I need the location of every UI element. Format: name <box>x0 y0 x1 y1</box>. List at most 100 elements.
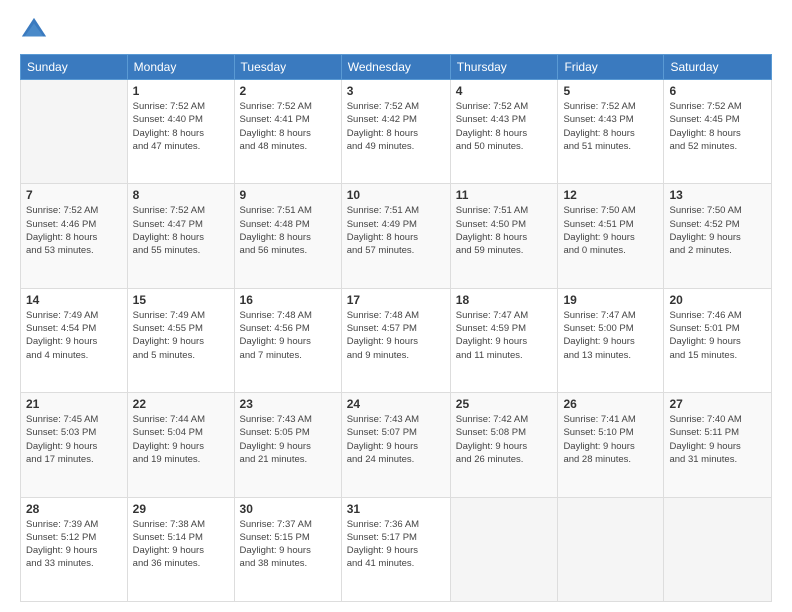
day-info: Sunrise: 7:42 AMSunset: 5:08 PMDaylight:… <box>456 413 553 466</box>
day-info: Sunrise: 7:51 AMSunset: 4:49 PMDaylight:… <box>347 204 445 257</box>
day-number: 19 <box>563 293 658 307</box>
day-info: Sunrise: 7:43 AMSunset: 5:05 PMDaylight:… <box>240 413 336 466</box>
calendar-cell: 17 Sunrise: 7:48 AMSunset: 4:57 PMDayligh… <box>341 288 450 392</box>
day-number: 25 <box>456 397 553 411</box>
logo <box>20 16 52 44</box>
day-number: 10 <box>347 188 445 202</box>
day-number: 30 <box>240 502 336 516</box>
day-info: Sunrise: 7:43 AMSunset: 5:07 PMDaylight:… <box>347 413 445 466</box>
day-info: Sunrise: 7:51 AMSunset: 4:48 PMDaylight:… <box>240 204 336 257</box>
day-number: 3 <box>347 84 445 98</box>
day-info: Sunrise: 7:51 AMSunset: 4:50 PMDaylight:… <box>456 204 553 257</box>
calendar-table: SundayMondayTuesdayWednesdayThursdayFrid… <box>20 54 772 602</box>
day-number: 17 <box>347 293 445 307</box>
calendar-body: 1 Sunrise: 7:52 AMSunset: 4:40 PMDaylight… <box>21 80 772 602</box>
calendar-cell: 2 Sunrise: 7:52 AMSunset: 4:41 PMDaylight… <box>234 80 341 184</box>
day-number: 22 <box>133 397 229 411</box>
logo-icon <box>20 16 48 44</box>
day-info: Sunrise: 7:52 AMSunset: 4:43 PMDaylight:… <box>563 100 658 153</box>
calendar-cell: 25 Sunrise: 7:42 AMSunset: 5:08 PMDayligh… <box>450 393 558 497</box>
day-number: 21 <box>26 397 122 411</box>
calendar-cell: 5 Sunrise: 7:52 AMSunset: 4:43 PMDaylight… <box>558 80 664 184</box>
day-info: Sunrise: 7:44 AMSunset: 5:04 PMDaylight:… <box>133 413 229 466</box>
day-number: 6 <box>669 84 766 98</box>
calendar-cell: 16 Sunrise: 7:48 AMSunset: 4:56 PMDayligh… <box>234 288 341 392</box>
calendar-cell: 1 Sunrise: 7:52 AMSunset: 4:40 PMDaylight… <box>127 80 234 184</box>
calendar-cell: 21 Sunrise: 7:45 AMSunset: 5:03 PMDayligh… <box>21 393 128 497</box>
day-info: Sunrise: 7:47 AMSunset: 5:00 PMDaylight:… <box>563 309 658 362</box>
day-number: 28 <box>26 502 122 516</box>
day-number: 15 <box>133 293 229 307</box>
calendar-cell: 6 Sunrise: 7:52 AMSunset: 4:45 PMDaylight… <box>664 80 772 184</box>
day-info: Sunrise: 7:40 AMSunset: 5:11 PMDaylight:… <box>669 413 766 466</box>
day-number: 13 <box>669 188 766 202</box>
day-number: 2 <box>240 84 336 98</box>
calendar-page: SundayMondayTuesdayWednesdayThursdayFrid… <box>0 0 792 612</box>
weekday-header: Saturday <box>664 55 772 80</box>
calendar-week-row: 21 Sunrise: 7:45 AMSunset: 5:03 PMDayligh… <box>21 393 772 497</box>
day-info: Sunrise: 7:46 AMSunset: 5:01 PMDaylight:… <box>669 309 766 362</box>
day-number: 8 <box>133 188 229 202</box>
day-info: Sunrise: 7:36 AMSunset: 5:17 PMDaylight:… <box>347 518 445 571</box>
day-number: 1 <box>133 84 229 98</box>
calendar-cell: 10 Sunrise: 7:51 AMSunset: 4:49 PMDayligh… <box>341 184 450 288</box>
calendar-week-row: 1 Sunrise: 7:52 AMSunset: 4:40 PMDaylight… <box>21 80 772 184</box>
weekday-header: Monday <box>127 55 234 80</box>
calendar-cell: 13 Sunrise: 7:50 AMSunset: 4:52 PMDayligh… <box>664 184 772 288</box>
day-number: 16 <box>240 293 336 307</box>
day-info: Sunrise: 7:52 AMSunset: 4:43 PMDaylight:… <box>456 100 553 153</box>
day-number: 31 <box>347 502 445 516</box>
calendar-cell: 7 Sunrise: 7:52 AMSunset: 4:46 PMDaylight… <box>21 184 128 288</box>
day-info: Sunrise: 7:52 AMSunset: 4:47 PMDaylight:… <box>133 204 229 257</box>
calendar-cell: 4Sunrise: 7:52 AMSunset: 4:43 PMDaylight… <box>450 80 558 184</box>
day-info: Sunrise: 7:49 AMSunset: 4:55 PMDaylight:… <box>133 309 229 362</box>
calendar-cell: 30 Sunrise: 7:37 AMSunset: 5:15 PMDayligh… <box>234 497 341 601</box>
weekday-row: SundayMondayTuesdayWednesdayThursdayFrid… <box>21 55 772 80</box>
calendar-cell <box>21 80 128 184</box>
calendar-cell <box>450 497 558 601</box>
weekday-header: Wednesday <box>341 55 450 80</box>
day-info: Sunrise: 7:52 AMSunset: 4:40 PMDaylight:… <box>133 100 229 153</box>
calendar-header: SundayMondayTuesdayWednesdayThursdayFrid… <box>21 55 772 80</box>
day-number: 20 <box>669 293 766 307</box>
calendar-cell: 28 Sunrise: 7:39 AMSunset: 5:12 PMDayligh… <box>21 497 128 601</box>
day-number: 5 <box>563 84 658 98</box>
calendar-cell <box>558 497 664 601</box>
calendar-cell: 18Sunrise: 7:47 AMSunset: 4:59 PMDayligh… <box>450 288 558 392</box>
day-info: Sunrise: 7:38 AMSunset: 5:14 PMDaylight:… <box>133 518 229 571</box>
calendar-cell: 14Sunrise: 7:49 AMSunset: 4:54 PMDayligh… <box>21 288 128 392</box>
calendar-cell: 29 Sunrise: 7:38 AMSunset: 5:14 PMDayligh… <box>127 497 234 601</box>
calendar-week-row: 7 Sunrise: 7:52 AMSunset: 4:46 PMDaylight… <box>21 184 772 288</box>
day-info: Sunrise: 7:52 AMSunset: 4:45 PMDaylight:… <box>669 100 766 153</box>
calendar-cell: 27Sunrise: 7:40 AMSunset: 5:11 PMDayligh… <box>664 393 772 497</box>
day-info: Sunrise: 7:49 AMSunset: 4:54 PMDaylight:… <box>26 309 122 362</box>
weekday-header: Friday <box>558 55 664 80</box>
calendar-cell: 23 Sunrise: 7:43 AMSunset: 5:05 PMDayligh… <box>234 393 341 497</box>
day-info: Sunrise: 7:52 AMSunset: 4:46 PMDaylight:… <box>26 204 122 257</box>
day-info: Sunrise: 7:45 AMSunset: 5:03 PMDaylight:… <box>26 413 122 466</box>
day-number: 23 <box>240 397 336 411</box>
day-info: Sunrise: 7:52 AMSunset: 4:42 PMDaylight:… <box>347 100 445 153</box>
calendar-cell: 26 Sunrise: 7:41 AMSunset: 5:10 PMDayligh… <box>558 393 664 497</box>
calendar-cell: 15 Sunrise: 7:49 AMSunset: 4:55 PMDayligh… <box>127 288 234 392</box>
calendar-week-row: 14Sunrise: 7:49 AMSunset: 4:54 PMDayligh… <box>21 288 772 392</box>
day-number: 26 <box>563 397 658 411</box>
day-number: 29 <box>133 502 229 516</box>
weekday-header: Sunday <box>21 55 128 80</box>
day-info: Sunrise: 7:50 AMSunset: 4:52 PMDaylight:… <box>669 204 766 257</box>
day-number: 7 <box>26 188 122 202</box>
calendar-cell: 11Sunrise: 7:51 AMSunset: 4:50 PMDayligh… <box>450 184 558 288</box>
day-info: Sunrise: 7:48 AMSunset: 4:57 PMDaylight:… <box>347 309 445 362</box>
day-info: Sunrise: 7:52 AMSunset: 4:41 PMDaylight:… <box>240 100 336 153</box>
calendar-cell: 8 Sunrise: 7:52 AMSunset: 4:47 PMDaylight… <box>127 184 234 288</box>
day-info: Sunrise: 7:48 AMSunset: 4:56 PMDaylight:… <box>240 309 336 362</box>
calendar-cell: 31 Sunrise: 7:36 AMSunset: 5:17 PMDayligh… <box>341 497 450 601</box>
day-info: Sunrise: 7:39 AMSunset: 5:12 PMDaylight:… <box>26 518 122 571</box>
header <box>20 16 772 44</box>
day-info: Sunrise: 7:37 AMSunset: 5:15 PMDaylight:… <box>240 518 336 571</box>
day-number: 18 <box>456 293 553 307</box>
day-number: 24 <box>347 397 445 411</box>
day-info: Sunrise: 7:41 AMSunset: 5:10 PMDaylight:… <box>563 413 658 466</box>
weekday-header: Tuesday <box>234 55 341 80</box>
weekday-header: Thursday <box>450 55 558 80</box>
